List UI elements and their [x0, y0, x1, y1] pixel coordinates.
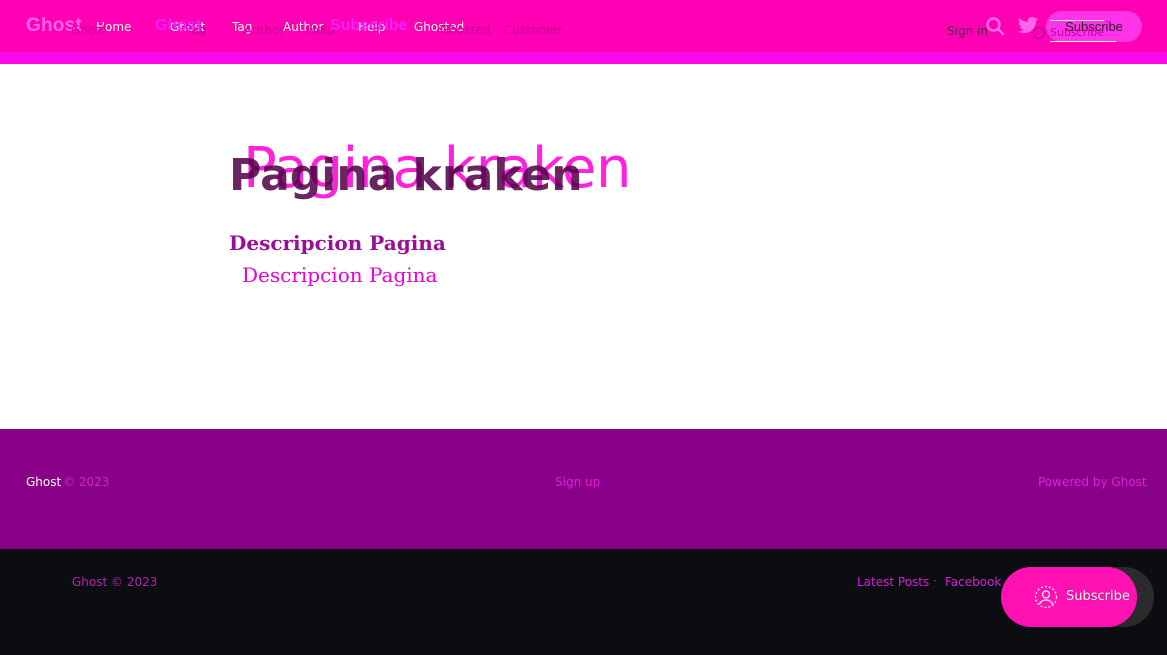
powered-by-link[interactable]: Powered by Ghost — [1038, 475, 1147, 489]
circle-icon — [1033, 27, 1045, 39]
secondary-footer-copyright: Ghost © 2023 — [72, 575, 158, 589]
secondary-footer — [0, 549, 1167, 655]
page-description: Descripcion Pagina — [229, 231, 446, 255]
link-separator: · — [933, 574, 937, 588]
portal-subscribe-label[interactable]: Subscribe — [1066, 589, 1130, 604]
page-title-overlay: Pagina kraken — [229, 150, 583, 201]
latest-posts-link[interactable]: Latest Posts — [857, 575, 929, 589]
nav-shadow-ghosted[interactable]: Ghosted — [440, 23, 490, 37]
footer-site-link[interactable]: Ghost — [26, 475, 61, 489]
header-band — [0, 52, 1167, 64]
search-icon[interactable] — [985, 16, 1005, 36]
divider — [1050, 41, 1116, 42]
footer-copyright: © 2023 — [63, 475, 110, 489]
nav-shadow-ghost[interactable]: Ghost — [71, 23, 106, 37]
site-footer — [0, 429, 1167, 549]
portal-user-icon — [1034, 585, 1058, 609]
page-description-overlay: Descripcion Pagina — [242, 263, 438, 287]
signup-link[interactable]: Sign up — [555, 475, 600, 489]
sign-in-link[interactable]: Sign in — [947, 24, 988, 38]
nav-shadow-customer[interactable]: Customer — [504, 23, 562, 37]
nav-overlay-subscribe[interactable]: Subscribe — [330, 17, 407, 35]
nav-shadow-author[interactable]: Author — [244, 23, 284, 37]
facebook-link[interactable]: Facebook — [945, 575, 1001, 589]
divider — [1050, 20, 1104, 21]
nav-overlay-ghost[interactable]: Ghost — [155, 17, 201, 35]
subscribe-ghost-label: Subscribe — [1050, 26, 1105, 39]
